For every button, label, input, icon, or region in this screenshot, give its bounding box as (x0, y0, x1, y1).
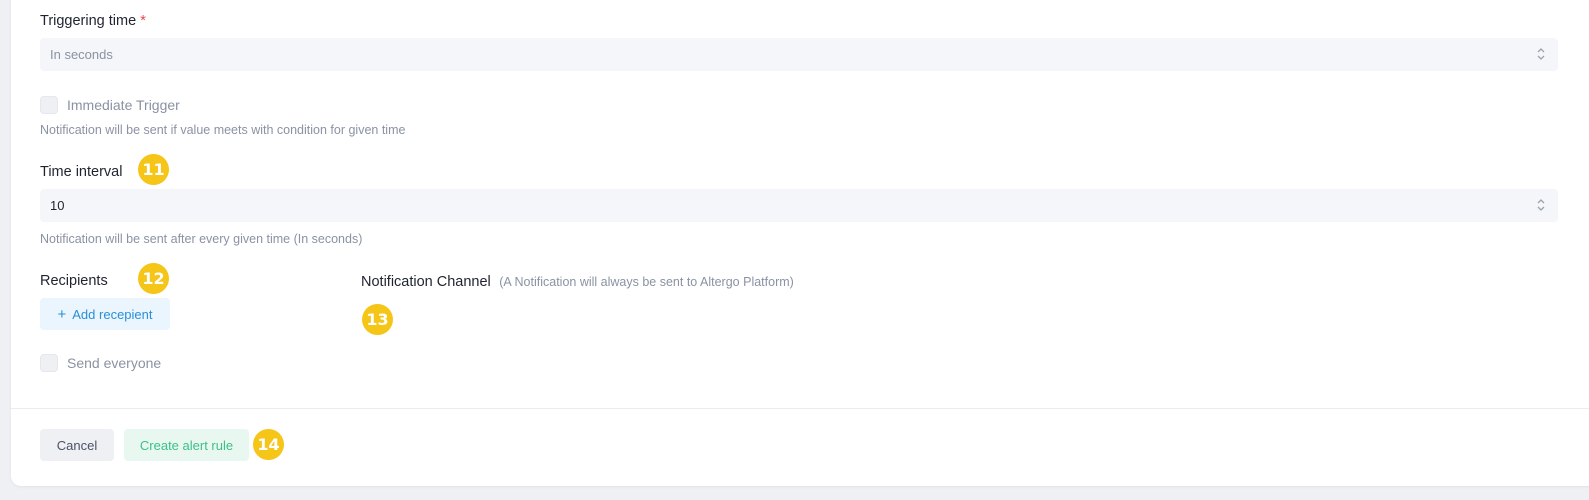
immediate-trigger-checkbox[interactable] (40, 96, 58, 114)
notification-channel-label: Notification Channel (361, 274, 491, 290)
send-everyone-checkbox[interactable] (40, 354, 58, 372)
step-badge-11: 11 (138, 154, 169, 185)
cancel-button[interactable]: Cancel (40, 429, 114, 461)
step-badge-12: 12 (138, 263, 169, 294)
add-recipient-label: Add recepient (72, 306, 153, 322)
stepper-arrows-icon[interactable] (1536, 198, 1546, 212)
step-badge-13: 13 (362, 304, 393, 335)
triggering-time-label-text: Triggering time (40, 13, 137, 29)
immediate-trigger-help: Notification will be sent if value meets… (40, 123, 406, 137)
add-recipient-button[interactable]: + Add recepient (40, 298, 170, 330)
time-interval-label: Time interval (40, 164, 123, 180)
create-alert-rule-button[interactable]: Create alert rule (124, 429, 249, 461)
sort-arrows-icon (1537, 48, 1545, 60)
step-badge-14: 14 (253, 429, 284, 460)
send-everyone-label: Send everyone (67, 355, 162, 371)
required-asterisk: * (140, 13, 146, 29)
immediate-trigger-label: Immediate Trigger (67, 97, 180, 113)
plus-icon: + (57, 305, 67, 323)
time-interval-help: Notification will be sent after every gi… (40, 232, 363, 246)
time-interval-value: 10 (50, 198, 65, 213)
notification-channel-header: Notification Channel (A Notification wil… (361, 273, 794, 291)
time-interval-input[interactable]: 10 (40, 189, 1558, 222)
notification-channel-note: (A Notification will always be sent to A… (499, 275, 794, 289)
triggering-time-select[interactable]: In seconds (40, 38, 1558, 71)
recipients-label: Recipients (40, 273, 108, 289)
footer-divider (11, 408, 1589, 409)
triggering-time-label: Triggering time * (40, 13, 146, 29)
triggering-time-placeholder: In seconds (50, 47, 113, 62)
